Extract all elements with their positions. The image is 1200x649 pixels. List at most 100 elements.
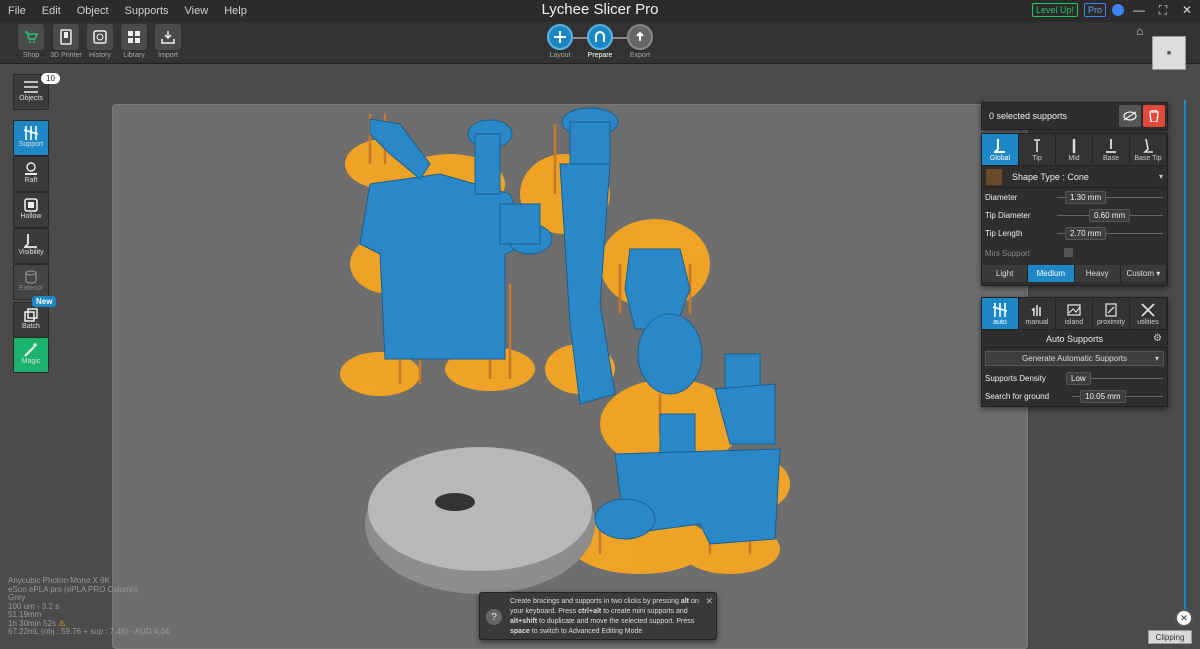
- clipping-button[interactable]: Clipping: [1148, 630, 1192, 644]
- hollow-label: Hollow: [20, 213, 42, 220]
- tab-global-label: Global: [989, 155, 1011, 162]
- import-button[interactable]: Import: [151, 24, 185, 59]
- minimize-icon[interactable]: —: [1130, 2, 1148, 18]
- auto-supports-title: Auto Supports: [1045, 333, 1104, 344]
- tab-auto[interactable]: auto: [982, 298, 1019, 329]
- import-icon: [155, 24, 181, 50]
- menu-file[interactable]: File: [0, 5, 34, 17]
- clipping-slider-track[interactable]: [1184, 100, 1186, 612]
- shape-type-label: Shape Type : Cone: [1012, 171, 1089, 182]
- base-tip-icon: [1130, 137, 1166, 155]
- hide-supports-button[interactable]: [1119, 105, 1141, 127]
- proximity-icon: [1093, 301, 1129, 319]
- batch-button[interactable]: Batch: [13, 302, 49, 338]
- cone-shape-icon: [986, 168, 1002, 185]
- trash-icon: [1149, 110, 1159, 122]
- step-export[interactable]: Export: [620, 24, 660, 59]
- tab-proximity[interactable]: proximity: [1093, 298, 1130, 329]
- gear-icon[interactable]: ⚙: [1153, 333, 1162, 344]
- history-icon: [87, 24, 113, 50]
- library-button[interactable]: Library: [117, 24, 151, 59]
- density-custom[interactable]: Custom ▾: [1120, 265, 1167, 282]
- support-settings-panel: Global Tip Mid Base Base Tip Shape Type …: [981, 133, 1168, 286]
- exterior-label: Exterior: [18, 285, 44, 292]
- close-icon[interactable]: ✕: [1178, 2, 1196, 18]
- step-prepare[interactable]: Prepare: [580, 24, 620, 59]
- exterior-button[interactable]: Exterior: [13, 264, 49, 300]
- model-scene[interactable]: [330, 104, 850, 594]
- step-layout[interactable]: Layout: [540, 24, 580, 59]
- mini-support-toggle[interactable]: [1064, 248, 1073, 257]
- history-button[interactable]: History: [83, 24, 117, 59]
- tip-length-value[interactable]: 2.70 mm: [1065, 227, 1107, 240]
- support-label: Support: [18, 141, 44, 148]
- auto-support-icon: [982, 301, 1018, 319]
- tip-diameter-row: Tip Diameter 0.60 mm: [982, 206, 1167, 224]
- shop-button[interactable]: Shop: [14, 24, 48, 59]
- tab-mid[interactable]: Mid: [1056, 134, 1093, 165]
- tab-manual-label: manual: [1025, 319, 1049, 326]
- tab-global[interactable]: Global: [982, 134, 1019, 165]
- maximize-icon[interactable]: ⛶: [1154, 2, 1172, 18]
- support-button[interactable]: Support: [13, 120, 49, 156]
- menu-supports[interactable]: Supports: [117, 5, 177, 17]
- tab-mid-label: Mid: [1068, 155, 1080, 162]
- printer-icon: [53, 24, 79, 50]
- density-light[interactable]: Light: [982, 265, 1029, 282]
- menu-help[interactable]: Help: [216, 5, 255, 17]
- tip-diameter-label: Tip Diameter: [985, 210, 1031, 220]
- mini-support-row: Mini Support: [982, 244, 1167, 262]
- chevron-down-icon[interactable]: ▾: [1155, 354, 1159, 363]
- 3d-printer-button[interactable]: 3D Printer: [49, 24, 83, 59]
- tip-diameter-value[interactable]: 0.60 mm: [1089, 209, 1131, 222]
- step-export-label: Export: [629, 52, 651, 59]
- menu-edit[interactable]: Edit: [34, 5, 69, 17]
- mid-icon: [1056, 137, 1092, 155]
- batch-label: Batch: [22, 323, 40, 330]
- base-icon: [1093, 137, 1129, 155]
- cart-icon: [18, 24, 44, 50]
- density-heavy[interactable]: Heavy: [1074, 265, 1121, 282]
- raft-button[interactable]: Raft: [13, 156, 49, 192]
- key-ctrl-alt: ctrl+alt: [578, 608, 602, 615]
- export-icon: [627, 24, 653, 50]
- visibility-button[interactable]: Visibility: [13, 228, 49, 264]
- tab-island[interactable]: island: [1056, 298, 1093, 329]
- shop-label: Shop: [22, 52, 40, 59]
- tab-utilities[interactable]: utilities: [1130, 298, 1167, 329]
- selected-supports-text: 0 selected supports: [989, 111, 1068, 121]
- search-ground-label: Search for ground: [985, 391, 1050, 401]
- support-mode-tabs: auto manual island proximity utilities: [982, 298, 1167, 330]
- shape-type-select[interactable]: Shape Type : Cone ▾: [982, 166, 1167, 188]
- diameter-value[interactable]: 1.30 mm: [1065, 191, 1107, 204]
- hollow-button[interactable]: Hollow: [13, 192, 49, 228]
- tab-base[interactable]: Base: [1093, 134, 1130, 165]
- hollow-icon: [14, 193, 48, 213]
- supports-density-value[interactable]: Low: [1066, 372, 1091, 385]
- home-icon[interactable]: ⌂: [1136, 24, 1143, 38]
- tooltip-line-3: to create mini supports: [603, 608, 675, 615]
- menu-view[interactable]: View: [177, 5, 217, 17]
- menu-object[interactable]: Object: [69, 5, 117, 17]
- tab-proximity-label: proximity: [1096, 319, 1125, 326]
- pro-badge[interactable]: Pro: [1083, 3, 1106, 17]
- close-tooltip-icon[interactable]: ✕: [705, 596, 713, 607]
- magic-label: Magic: [21, 358, 41, 365]
- delete-supports-button[interactable]: [1143, 105, 1165, 127]
- view-cube[interactable]: ■: [1152, 36, 1186, 70]
- import-label: Import: [158, 52, 178, 59]
- user-account-icon[interactable]: [1112, 4, 1124, 16]
- tab-manual[interactable]: manual: [1019, 298, 1056, 329]
- generate-supports-button[interactable]: Generate Automatic Supports ▾: [985, 351, 1164, 366]
- step-layout-label: Layout: [549, 52, 571, 59]
- tab-base-label: Base: [1103, 155, 1119, 162]
- tab-base-tip[interactable]: Base Tip: [1130, 134, 1167, 165]
- search-ground-value[interactable]: 10.05 mm: [1080, 390, 1126, 403]
- magic-button[interactable]: Magic: [13, 337, 49, 373]
- support-icon: [14, 121, 48, 141]
- clipping-handle[interactable]: ✕: [1175, 609, 1193, 627]
- tooltip-line-4: and: [675, 608, 688, 615]
- density-medium[interactable]: Medium: [1028, 265, 1075, 282]
- tab-tip[interactable]: Tip: [1019, 134, 1056, 165]
- level-up-button[interactable]: Level Up!: [1031, 3, 1078, 17]
